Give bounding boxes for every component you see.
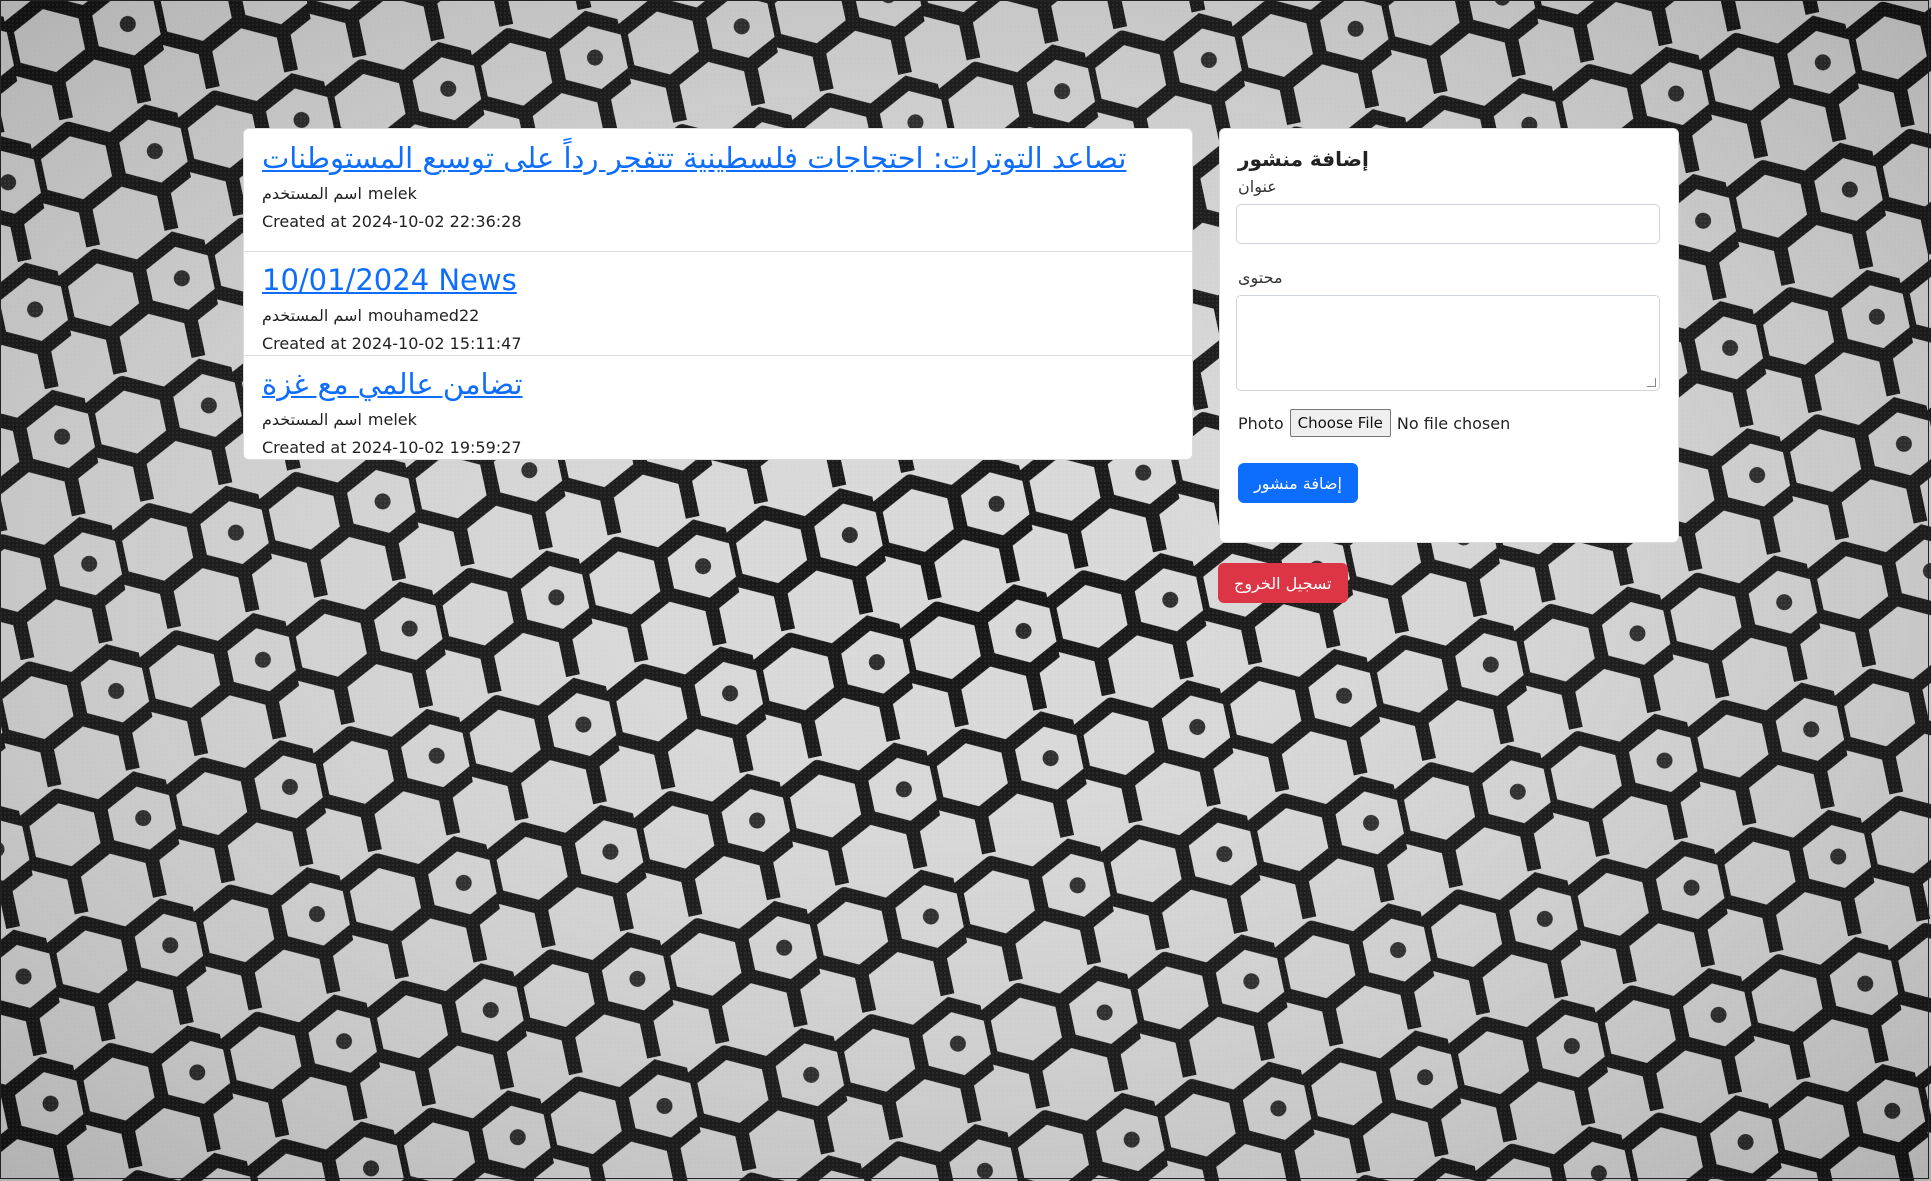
created-value: 2024-10-02 19:59:27: [351, 438, 522, 457]
post-author: اسم المستخدم melek: [262, 408, 1174, 432]
post-author: اسم المستخدم mouhamed22: [262, 304, 1174, 328]
created-label: Created at: [262, 334, 347, 353]
created-label: Created at: [262, 212, 347, 231]
created-value: 2024-10-02 15:11:47: [351, 334, 522, 353]
post-title-link[interactable]: تصاعد التوترات: احتجاجات فلسطينية تتفجر …: [262, 138, 1174, 178]
created-label: Created at: [262, 438, 347, 457]
photo-label: Photo: [1238, 413, 1284, 433]
add-post-button[interactable]: إضافة منشور: [1238, 463, 1358, 503]
username-value: mouhamed22: [367, 306, 480, 325]
post-item: 10/01/2024 News اسم المستخدم mouhamed22 C…: [244, 251, 1192, 355]
post-title-link[interactable]: 10/01/2024 News: [262, 260, 1174, 300]
post-item: تصاعد التوترات: احتجاجات فلسطينية تتفجر …: [244, 129, 1192, 251]
logout-button[interactable]: تسجيل الخروج: [1218, 563, 1348, 603]
add-post-form: إضافة منشور عنوان محتوى Photo Choose Fil…: [1219, 128, 1679, 543]
content-textarea[interactable]: [1236, 295, 1660, 391]
title-input[interactable]: [1236, 204, 1660, 244]
username-label: اسم المستخدم: [262, 184, 362, 203]
username-label: اسم المستخدم: [262, 306, 362, 325]
post-author: اسم المستخدم melek: [262, 182, 1174, 206]
resize-grip-icon[interactable]: [1647, 378, 1656, 387]
username-value: melek: [367, 410, 417, 429]
created-value: 2024-10-02 22:36:28: [351, 212, 522, 231]
post-timestamp: Created at 2024-10-02 19:59:27: [262, 436, 1174, 459]
post-item: تضامن عالمي مع غزة اسم المستخدم melek Cre…: [244, 355, 1192, 459]
username-label: اسم المستخدم: [262, 410, 362, 429]
form-title-wrap: إضافة منشور: [1238, 147, 1660, 171]
username-value: melek: [367, 184, 417, 203]
posts-list: تصاعد التوترات: احتجاجات فلسطينية تتفجر …: [243, 128, 1193, 460]
submit-row: إضافة منشور: [1238, 463, 1660, 503]
content-field-label: محتوى: [1238, 268, 1283, 287]
title-field-label: عنوان: [1238, 177, 1277, 196]
post-title-link[interactable]: تضامن عالمي مع غزة: [262, 364, 1174, 404]
form-title: إضافة منشور: [1238, 147, 1369, 171]
photo-upload-row: Photo Choose File No file chosen: [1238, 409, 1660, 437]
post-timestamp: Created at 2024-10-02 15:11:47: [262, 332, 1174, 356]
no-file-chosen-text: No file chosen: [1396, 413, 1511, 433]
post-timestamp: Created at 2024-10-02 22:36:28: [262, 210, 1174, 234]
choose-file-button[interactable]: Choose File: [1289, 409, 1391, 437]
